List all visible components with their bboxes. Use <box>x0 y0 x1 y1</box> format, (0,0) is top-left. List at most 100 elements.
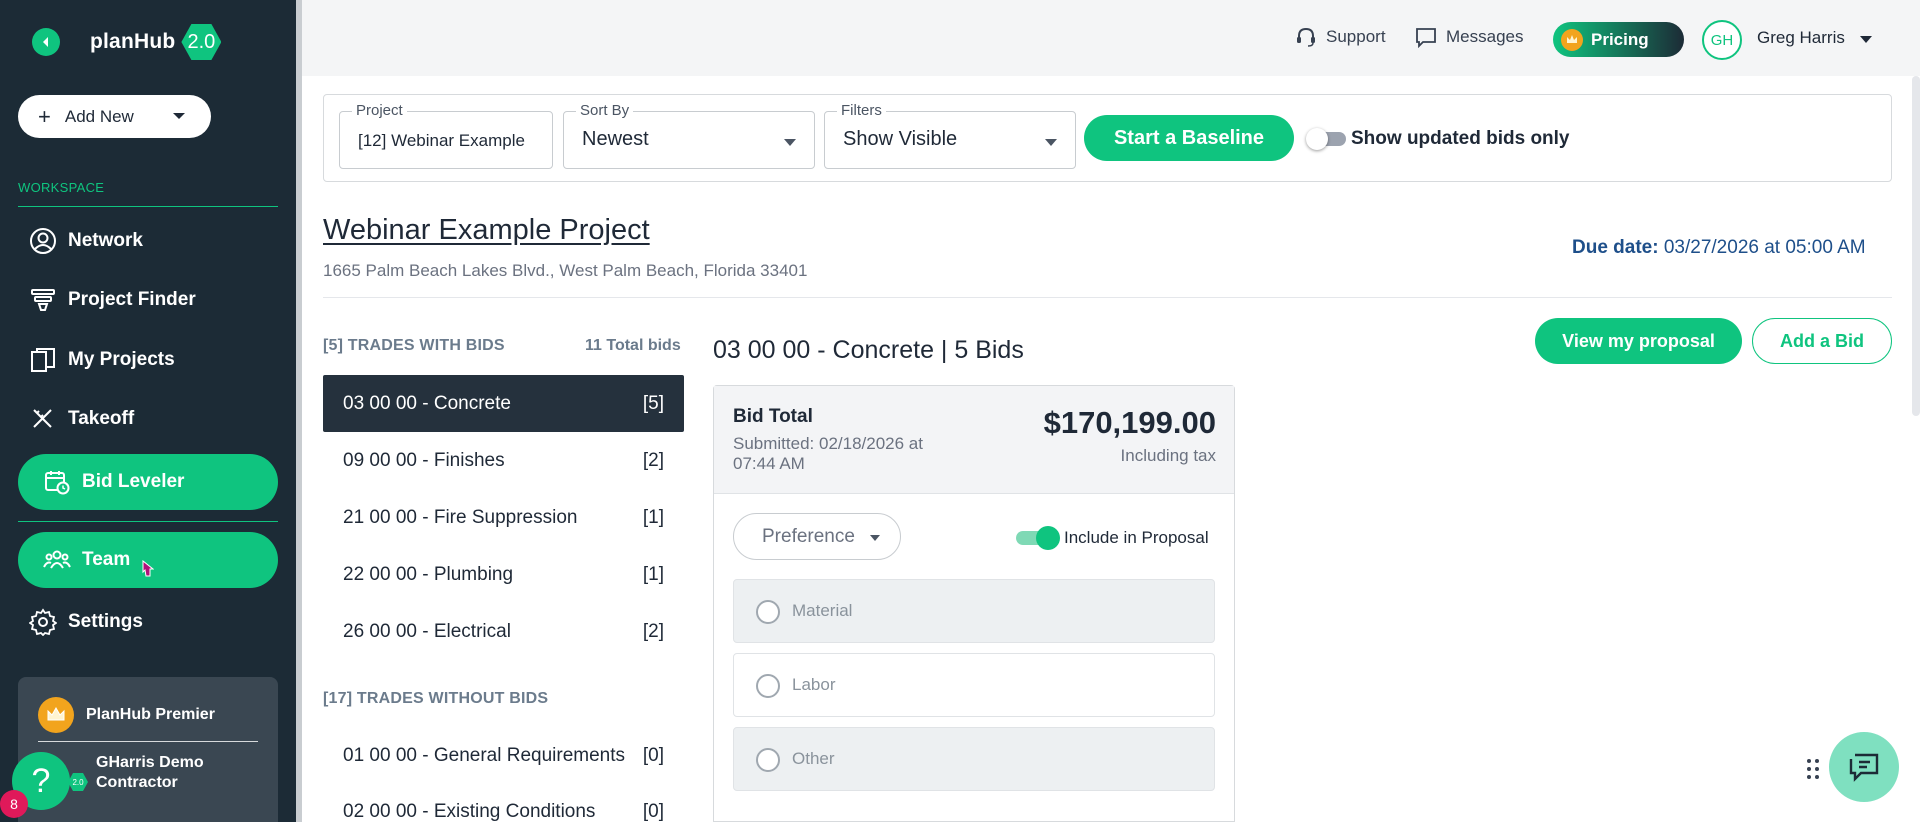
caret-down-icon <box>173 113 185 119</box>
sidebar-item-label: My Projects <box>68 349 175 370</box>
option-label: Labor <box>792 675 836 694</box>
sidebar-item-label: Takeoff <box>68 408 135 429</box>
sort-select[interactable]: Sort By Newest <box>563 102 815 169</box>
radio-button[interactable] <box>756 674 780 698</box>
premier-heading: PlanHub Premier <box>38 697 215 733</box>
tax-note: Including tax <box>1120 446 1216 465</box>
chevron-left-icon <box>43 37 48 47</box>
total-bids-count: 11 Total bids <box>585 337 681 354</box>
messages-link[interactable]: Messages <box>1415 26 1523 48</box>
trade-item-fire-suppression[interactable]: 21 00 00 - Fire Suppression [1] <box>323 489 684 546</box>
header-divider <box>323 297 1892 298</box>
trade-item-electrical[interactable]: 26 00 00 - Electrical [2] <box>323 603 684 660</box>
updated-bids-toggle[interactable] <box>1306 128 1346 150</box>
caret-down-icon <box>870 535 880 541</box>
trade-count: [1] <box>642 506 664 528</box>
filters-value: Show Visible <box>843 128 958 150</box>
headset-icon <box>1297 27 1315 47</box>
collapse-sidebar-button[interactable] <box>32 28 60 56</box>
trade-item-existing-conditions[interactable]: 02 00 00 - Existing Conditions [0] <box>323 783 684 822</box>
filters-label: Filters <box>837 102 886 119</box>
bid-amount: $170,199.00 <box>1043 405 1216 440</box>
trade-count: [0] <box>642 744 664 766</box>
option-labor[interactable]: Labor <box>733 653 1215 717</box>
trade-item-finishes[interactable]: 09 00 00 - Finishes [2] <box>323 432 684 489</box>
preference-dropdown[interactable]: Preference <box>733 513 901 560</box>
trade-count: [2] <box>642 620 664 642</box>
view-proposal-button[interactable]: View my proposal <box>1535 318 1742 364</box>
toggle-knob <box>1036 526 1060 550</box>
trades-without-bids-heading: [17] TRADES WITHOUT BIDS <box>323 690 549 707</box>
workspace-divider <box>18 206 278 207</box>
team-icon <box>42 545 72 575</box>
drag-handle-icon[interactable] <box>1806 757 1820 781</box>
logo-row: planHub 2.0 <box>32 22 222 62</box>
include-proposal-toggle[interactable] <box>1016 526 1060 550</box>
sidebar-item-label: Team <box>82 549 131 570</box>
project-address: 1665 Palm Beach Lakes Blvd., West Palm B… <box>323 261 808 280</box>
add-new-button[interactable]: + Add New <box>18 95 211 138</box>
caret-down-icon[interactable] <box>1860 36 1872 43</box>
project-label: Project <box>352 102 407 119</box>
radio-button[interactable] <box>756 600 780 624</box>
documents-icon <box>28 345 58 375</box>
plus-icon: + <box>38 103 51 129</box>
updated-bids-label: Show updated bids only <box>1351 128 1570 149</box>
chat-button[interactable] <box>1829 732 1899 802</box>
calendar-clock-icon <box>42 467 72 497</box>
radio-button[interactable] <box>756 748 780 772</box>
mouse-pointer-icon <box>142 560 154 577</box>
filter-icon <box>28 285 58 315</box>
user-name[interactable]: Greg Harris <box>1757 28 1845 48</box>
support-link[interactable]: Support <box>1295 26 1386 48</box>
sidebar-item-my-projects[interactable]: My Projects <box>18 332 278 388</box>
avatar[interactable]: GH <box>1702 20 1742 60</box>
premier-divider <box>38 741 258 742</box>
project-select[interactable]: Project [12] Webinar Example <box>339 102 553 169</box>
bid-total-label: Bid Total <box>733 406 813 427</box>
pricing-button[interactable]: Pricing <box>1553 22 1684 57</box>
message-icon <box>1416 28 1436 48</box>
trade-name: 09 00 00 - Finishes <box>343 449 505 471</box>
include-proposal-label: Include in Proposal <box>1064 528 1209 547</box>
add-bid-button[interactable]: Add a Bid <box>1752 318 1892 364</box>
trade-item-plumbing[interactable]: 22 00 00 - Plumbing [1] <box>323 546 684 603</box>
sidebar-item-takeoff[interactable]: Takeoff <box>18 391 278 447</box>
sidebar-item-project-finder[interactable]: Project Finder <box>18 272 278 328</box>
bid-card: Bid Total Submitted: 02/18/2026 at 07:44… <box>713 385 1235 822</box>
trade-name: 26 00 00 - Electrical <box>343 620 511 642</box>
scrollbar[interactable] <box>1912 76 1920 416</box>
ruler-pencil-icon <box>28 404 58 434</box>
due-value: 03/27/2026 at 05:00 AM <box>1663 237 1866 258</box>
trade-name: 22 00 00 - Plumbing <box>343 563 514 585</box>
bids-heading: 03 00 00 - Concrete | 5 Bids <box>713 336 1024 364</box>
sort-label: Sort By <box>576 102 634 119</box>
trade-count: [0] <box>642 800 664 822</box>
company-name[interactable]: GHarris Demo Contractor <box>96 753 246 793</box>
trade-name: 02 00 00 - Existing Conditions <box>343 800 596 822</box>
option-other[interactable]: Other <box>733 727 1215 791</box>
gear-icon <box>28 607 58 637</box>
sidebar-item-bid-leveler[interactable]: Bid Leveler <box>18 454 278 510</box>
due-label: Due date: <box>1572 237 1659 258</box>
messages-label: Messages <box>1446 27 1524 46</box>
premier-label: PlanHub Premier <box>86 706 215 723</box>
project-title-link[interactable]: Webinar Example Project <box>323 214 650 247</box>
sort-value: Newest <box>582 128 649 150</box>
sidebar-item-network[interactable]: Network <box>18 213 278 269</box>
trade-item-concrete[interactable]: 03 00 00 - Concrete [5] <box>323 375 684 432</box>
sidebar-item-label: Bid Leveler <box>82 471 185 492</box>
filters-select[interactable]: Filters Show Visible <box>824 102 1076 169</box>
trade-item-general-requirements[interactable]: 01 00 00 - General Requirements [0] <box>323 727 684 784</box>
start-baseline-button[interactable]: Start a Baseline <box>1084 115 1294 161</box>
workspace-label: WORKSPACE <box>18 180 105 195</box>
chat-icon <box>1849 753 1879 782</box>
sidebar: planHub 2.0 + Add New WORKSPACE Network … <box>0 0 296 822</box>
toggle-knob <box>1306 128 1328 150</box>
caret-down-icon <box>784 139 796 146</box>
trade-name: 03 00 00 - Concrete <box>343 392 511 414</box>
sidebar-item-settings[interactable]: Settings <box>18 594 278 650</box>
submitted-date: Submitted: 02/18/2026 at 07:44 AM <box>733 434 923 473</box>
option-material[interactable]: Material <box>733 579 1215 643</box>
option-label: Other <box>792 749 835 768</box>
